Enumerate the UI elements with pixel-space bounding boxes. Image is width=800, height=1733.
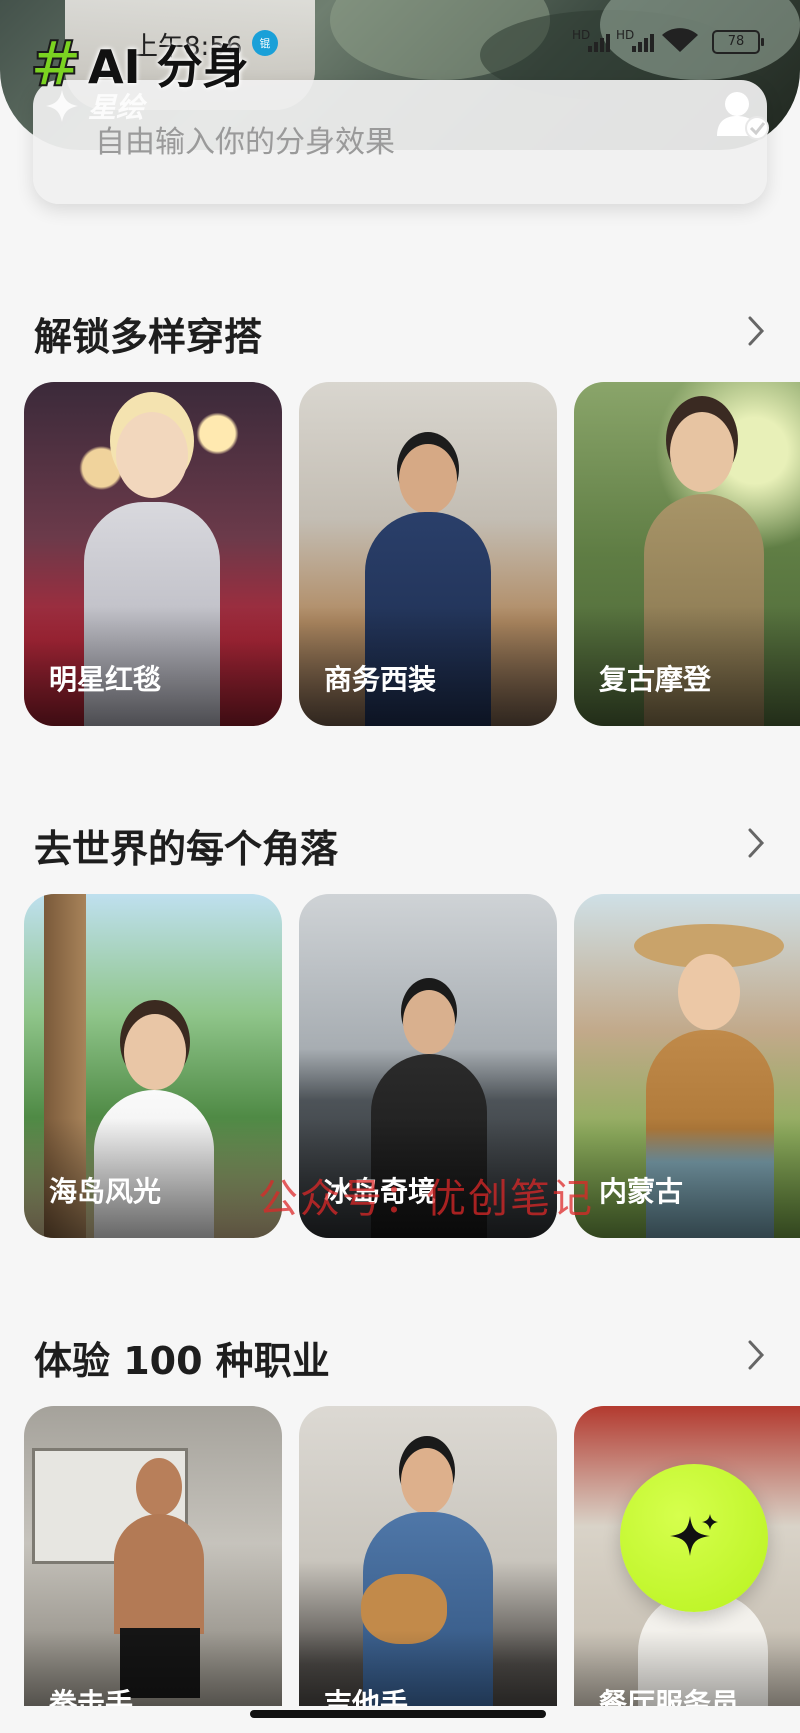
create-fab-button[interactable]: [620, 1464, 768, 1612]
card-island[interactable]: 海岛风光: [24, 894, 282, 1238]
card-inner-mongolia[interactable]: 内蒙古: [574, 894, 800, 1238]
sparkle-icon: [46, 90, 78, 122]
signal-bars-icon: [632, 34, 654, 52]
app-logo: # AI 分身: [29, 32, 249, 96]
sub-logo: 星绘: [44, 86, 144, 126]
card-label: 商务西装: [324, 663, 437, 696]
section-title-careers: 体验 100 种职业: [34, 1339, 330, 1383]
card-label: 内蒙古: [599, 1175, 684, 1208]
person-head: [678, 954, 740, 1030]
card-label: 吉他手: [324, 1687, 409, 1706]
signal-bars-icon: [588, 34, 610, 52]
notification-badge: 锟: [252, 30, 278, 56]
sparkle-icon: [670, 1514, 718, 1556]
card-label: 明星红毯: [49, 663, 162, 696]
home-indicator[interactable]: [250, 1710, 546, 1718]
person-head: [670, 412, 734, 492]
section-title-outfits: 解锁多样穿搭: [34, 315, 263, 359]
card-boxer[interactable]: 拳击手: [24, 1406, 282, 1706]
person-torso: [114, 1514, 204, 1634]
card-label: 复古摩登: [599, 663, 712, 696]
person-head: [136, 1458, 182, 1516]
card-label: 海岛风光: [49, 1175, 162, 1208]
person-head: [124, 1014, 186, 1090]
card-guitarist[interactable]: 吉他手: [299, 1406, 557, 1706]
section-title-travel: 去世界的每个角落: [34, 827, 339, 871]
prompt-input[interactable]: [93, 116, 657, 168]
person-head: [116, 412, 188, 498]
watermark: 公众号：优创笔记: [258, 1176, 594, 1222]
chevron-right-icon[interactable]: [742, 1338, 770, 1372]
chevron-right-icon[interactable]: [742, 314, 770, 348]
wifi-icon: [662, 28, 698, 52]
card-label: 拳击手: [49, 1687, 134, 1706]
card-vintage[interactable]: 复古摩登: [574, 382, 800, 726]
sub-logo-text: 星绘: [88, 91, 145, 124]
chevron-right-icon[interactable]: [742, 826, 770, 860]
card-business-suit[interactable]: 商务西装: [299, 382, 557, 726]
user-check-icon[interactable]: [715, 88, 771, 140]
card-red-carpet[interactable]: 明星红毯: [24, 382, 282, 726]
battery-icon: 78: [712, 30, 764, 54]
outfit-card-row[interactable]: 明星红毯 商务西装 复古摩登: [24, 382, 800, 726]
person-head: [403, 990, 455, 1054]
person-head: [401, 1448, 453, 1514]
card-label: 餐厅服务员: [599, 1687, 740, 1706]
person-head: [399, 444, 457, 514]
